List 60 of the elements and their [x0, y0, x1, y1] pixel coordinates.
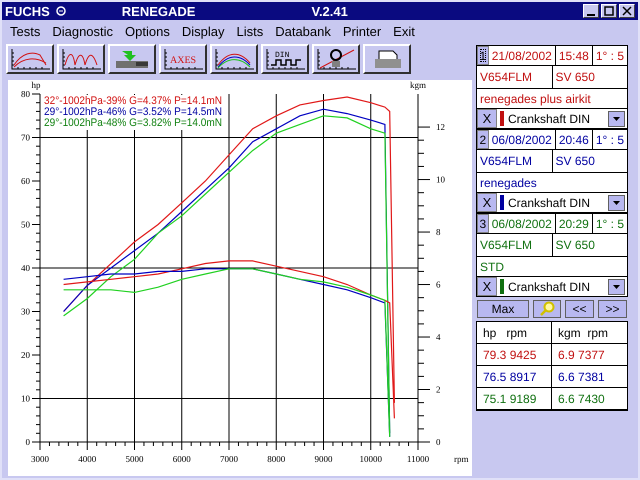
y-tick-label: 40 — [21, 263, 30, 273]
y-tick-label: 70 — [21, 132, 30, 142]
axis-label: hp — [32, 80, 40, 90]
y-tick-label: 60 — [21, 176, 30, 186]
x-tick-label: 8000 — [267, 454, 286, 464]
test-ratio: 1° : 5 — [594, 48, 625, 64]
y-tick-label: 20 — [21, 350, 30, 360]
model-name: SV 650 — [554, 153, 596, 170]
y-tick-label: 10 — [21, 394, 30, 404]
y-tick-label: 0 — [26, 437, 30, 447]
y-tick-label: 50 — [21, 220, 30, 230]
y-tick-label: 80 — [21, 89, 30, 99]
x-tick-label: 11000 — [406, 454, 430, 464]
model-name: SV 650 — [554, 69, 596, 86]
column-header: kgm rpm — [552, 322, 627, 344]
y-tick-label: 2 — [436, 384, 440, 394]
plate-number: V654FLM — [477, 150, 552, 172]
test-time: 20:29 — [556, 214, 593, 233]
x-tick-label: 3000 — [31, 454, 49, 464]
test-time: 20:46 — [556, 130, 593, 149]
test-description: renegades — [479, 174, 538, 192]
table-cell: 6.9 7377 — [552, 344, 627, 366]
axis-label: kgm — [410, 80, 426, 90]
y-tick-label: 0 — [436, 437, 440, 447]
test-date: 06/08/2002 — [488, 130, 556, 149]
plate-number: V654FLM — [477, 234, 552, 256]
window-title: RENEGADE — [122, 4, 196, 18]
legend-text: 29°-1002hPa-48% G=3.82% P=14.0mN — [44, 117, 239, 129]
y-tick-label: 8 — [436, 227, 440, 238]
x-tick-label: 10000 — [360, 454, 382, 464]
column-header: hp rpm — [477, 322, 552, 344]
y-tick-label: 10 — [436, 174, 445, 185]
version-label: V.2.41 — [311, 4, 348, 18]
test-time: 15:48 — [556, 46, 593, 65]
test-ratio: 1° : 5 — [594, 132, 625, 148]
y-tick-label: 30 — [21, 306, 30, 316]
model-name: SV 650 — [554, 237, 596, 254]
test-date: 06/08/2002 — [488, 214, 556, 233]
table-cell: 6.6 7381 — [552, 366, 627, 388]
test-description: STD — [479, 258, 505, 276]
x-tick-label: 4000 — [78, 454, 96, 464]
table-cell: 75.1 9189 — [477, 388, 552, 410]
legend-text: 29°-1002hPa-46% G=3.52% P=14.5mN — [44, 106, 239, 118]
x-tick-label: 7000 — [220, 454, 238, 464]
test-date: 21/08/2002 — [488, 46, 556, 65]
app-name: FUCHS — [5, 4, 50, 18]
table-cell: 79.3 9425 — [477, 344, 552, 366]
y-tick-label: 6 — [436, 280, 440, 290]
plate-number: V654FLM — [477, 66, 552, 88]
x-tick-label: 6000 — [172, 454, 191, 464]
x-tick-label: 5000 — [126, 454, 144, 464]
legend-text: 32°-1002hPa-39% G=4.37% P=14.1mN — [44, 95, 239, 107]
table-cell: 6.6 7430 — [552, 388, 627, 410]
test-description: renegades plus airkit — [479, 90, 592, 108]
x-tick-label: 9000 — [314, 454, 332, 464]
y-tick-label: 12 — [436, 122, 445, 132]
test-ratio: 1° : 5 — [594, 216, 625, 232]
y-tick-label: 4 — [436, 332, 440, 342]
axis-label: rpm — [454, 454, 468, 464]
table-cell: 76.5 8917 — [477, 366, 552, 388]
